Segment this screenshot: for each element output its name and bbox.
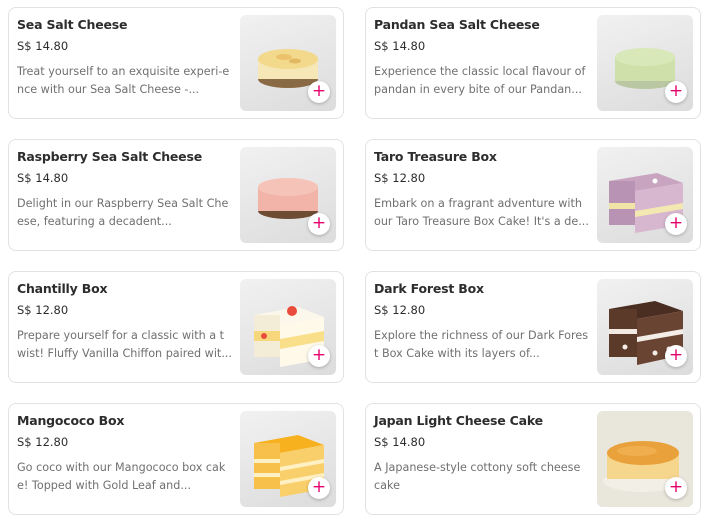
item-name: Mangococo Box (17, 413, 125, 428)
plus-icon: + (311, 80, 327, 101)
item-name: Japan Light Cheese Cake (374, 413, 543, 428)
plus-icon: + (668, 344, 684, 365)
item-description: Explore the richness of our Dark Forest … (374, 329, 589, 360)
item-description: Delight in our Raspberry Sea Salt Cheese… (17, 197, 229, 228)
item-description: Embark on a fragrant adventure with our … (374, 197, 589, 228)
menu-item-card[interactable]: Sea Salt Cheese S$ 14.80 Treat yourself … (8, 7, 344, 119)
add-to-cart-button[interactable]: + (665, 345, 687, 367)
item-description: Prepare yourself for a classic with a tw… (17, 329, 232, 360)
item-description: Treat yourself to an exquisite experi-en… (17, 65, 230, 96)
menu-item-card[interactable]: Chantilly Box S$ 12.80 Prepare yourself … (8, 271, 344, 383)
item-price: S$ 14.80 (374, 435, 426, 449)
menu-item-card[interactable]: Dark Forest Box S$ 12.80 Explore the ric… (365, 271, 701, 383)
plus-icon: + (311, 476, 327, 497)
add-to-cart-button[interactable]: + (665, 477, 687, 499)
menu-item-card[interactable]: Taro Treasure Box S$ 12.80 Embark on a f… (365, 139, 701, 251)
item-price: S$ 14.80 (374, 39, 426, 53)
plus-icon: + (668, 80, 684, 101)
item-price: S$ 12.80 (374, 303, 426, 317)
item-description: A Japanese-style cottony soft cheese cak… (374, 461, 581, 492)
item-description: Go coco with our Mangococo box cake! Top… (17, 461, 226, 492)
item-name: Dark Forest Box (374, 281, 484, 296)
item-name: Sea Salt Cheese (17, 17, 128, 32)
add-to-cart-button[interactable]: + (308, 81, 330, 103)
menu-item-card[interactable]: Mangococo Box S$ 12.80 Go coco with our … (8, 403, 344, 515)
menu-item-card[interactable]: Pandan Sea Salt Cheese S$ 14.80 Experien… (365, 7, 701, 119)
plus-icon: + (311, 344, 327, 365)
item-price: S$ 14.80 (17, 171, 69, 185)
item-name: Taro Treasure Box (374, 149, 497, 164)
plus-icon: + (311, 212, 327, 233)
add-to-cart-button[interactable]: + (308, 477, 330, 499)
add-to-cart-button[interactable]: + (308, 345, 330, 367)
item-price: S$ 12.80 (374, 171, 426, 185)
item-name: Chantilly Box (17, 281, 108, 296)
menu-item-card[interactable]: Japan Light Cheese Cake S$ 14.80 A Japan… (365, 403, 701, 515)
menu-item-card[interactable]: Raspberry Sea Salt Cheese S$ 14.80 Delig… (8, 139, 344, 251)
add-to-cart-button[interactable]: + (665, 213, 687, 235)
item-name: Pandan Sea Salt Cheese (374, 17, 540, 32)
add-to-cart-button[interactable]: + (665, 81, 687, 103)
plus-icon: + (668, 212, 684, 233)
item-name: Raspberry Sea Salt Cheese (17, 149, 202, 164)
item-description: Experience the classic local flavour of … (374, 65, 586, 96)
item-price: S$ 12.80 (17, 435, 69, 449)
plus-icon: + (668, 476, 684, 497)
add-to-cart-button[interactable]: + (308, 213, 330, 235)
item-price: S$ 12.80 (17, 303, 69, 317)
item-price: S$ 14.80 (17, 39, 69, 53)
